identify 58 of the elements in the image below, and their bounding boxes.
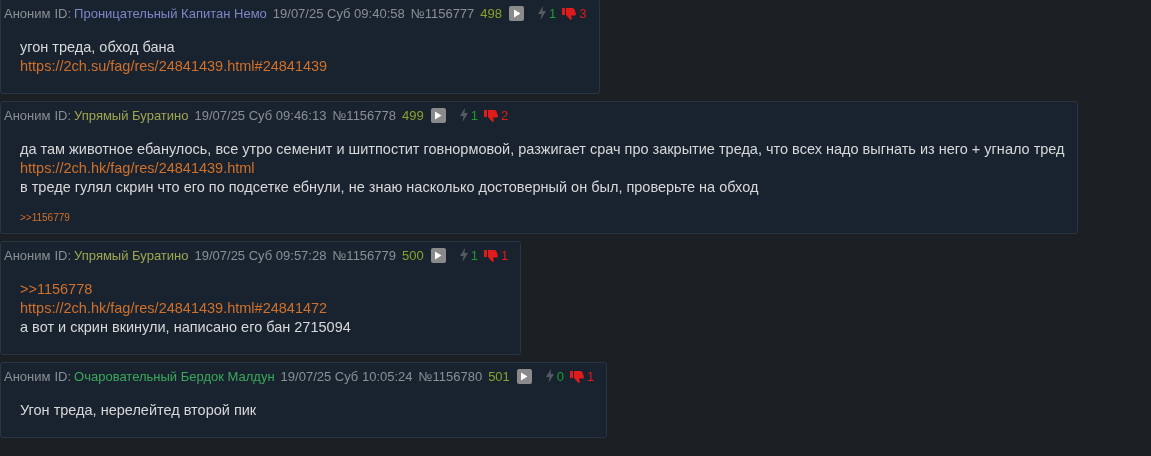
id-label: ID: bbox=[54, 368, 72, 384]
post-link[interactable]: https://2ch.hk/fag/res/24841439.html bbox=[20, 159, 1065, 178]
post-link[interactable]: https://2ch.hk/fag/res/24841439.html#24841472 bbox=[20, 299, 509, 318]
post-ordinal: 499 bbox=[402, 107, 424, 123]
poster-id: Очаровательный Бердок Малдун bbox=[74, 368, 275, 384]
play-icon bbox=[512, 8, 521, 18]
post-text: а вот и скрин вкинули, написано его бан 2715094 bbox=[20, 318, 352, 337]
author-name: Аноним bbox=[4, 5, 51, 21]
post-datetime: 19/07/25 Суб 09:40:58 bbox=[272, 5, 405, 21]
play-button[interactable] bbox=[430, 107, 446, 123]
thumbs-down-icon[interactable] bbox=[483, 108, 498, 122]
play-icon bbox=[434, 110, 443, 120]
post-number[interactable]: №1156779 bbox=[332, 247, 396, 263]
post-text: Угон треда, нерелейтед второй пик bbox=[20, 401, 258, 420]
post-number[interactable]: №1156778 bbox=[332, 107, 396, 123]
id-label: ID: bbox=[54, 107, 72, 123]
like-count: 1 bbox=[470, 107, 478, 123]
play-button[interactable] bbox=[430, 247, 446, 263]
like-count: 0 bbox=[556, 368, 565, 384]
lightning-icon[interactable] bbox=[545, 369, 554, 383]
post-text: угон треда, обход бана bbox=[20, 38, 176, 57]
lightning-icon[interactable] bbox=[538, 6, 547, 20]
post-datetime: 19/07/25 Суб 09:57:28 bbox=[194, 247, 327, 263]
post-number[interactable]: №1156780 bbox=[418, 368, 483, 384]
play-icon bbox=[520, 371, 529, 381]
like-count: 1 bbox=[549, 5, 557, 21]
play-button[interactable] bbox=[509, 5, 525, 21]
dislike-count: 1 bbox=[587, 368, 595, 384]
play-button[interactable] bbox=[516, 368, 532, 384]
post-ordinal: 501 bbox=[488, 368, 510, 384]
author-name: Аноним bbox=[4, 107, 51, 123]
poster-id: Упрямый Буратино bbox=[74, 107, 189, 123]
thumbs-down-icon[interactable] bbox=[562, 6, 577, 20]
post-link[interactable]: >>1156778 bbox=[20, 280, 509, 299]
poster-id: Проницательный Капитан Немо bbox=[74, 5, 267, 21]
poster-id: Упрямый Буратино bbox=[74, 247, 189, 263]
reply-link[interactable]: >>1156779 bbox=[20, 212, 70, 223]
lightning-icon[interactable] bbox=[459, 108, 468, 122]
author-name: Аноним bbox=[4, 247, 51, 263]
dislike-count: 3 bbox=[579, 5, 587, 21]
post-number[interactable]: №1156777 bbox=[410, 5, 475, 21]
thumbs-down-icon[interactable] bbox=[570, 369, 585, 383]
like-count: 1 bbox=[470, 247, 478, 263]
id-label: ID: bbox=[54, 5, 72, 21]
dislike-count: 1 bbox=[500, 247, 509, 263]
post-text: да там животное ебанулось, все утро семенит и шитпостит говнормовой, разжигает срач про закрытие треда, что всех надо выгнать из него + угнало тред bbox=[20, 140, 1065, 159]
id-label: ID: bbox=[54, 247, 72, 263]
post-ordinal: 498 bbox=[480, 5, 503, 21]
post-text: в треде гулял скрин что его по подсетке ебнули, не знаю насколько достоверный он был, проверьте на обход bbox=[20, 178, 760, 197]
post-datetime: 19/07/25 Суб 10:05:24 bbox=[280, 368, 413, 384]
post-ordinal: 500 bbox=[402, 247, 424, 263]
author-name: Аноним bbox=[4, 368, 51, 384]
post-datetime: 19/07/25 Суб 09:46:13 bbox=[194, 107, 327, 123]
dislike-count: 2 bbox=[500, 107, 509, 123]
post-link[interactable]: https://2ch.su/fag/res/24841439.html#24841439 bbox=[20, 57, 587, 76]
play-icon bbox=[434, 250, 443, 260]
lightning-icon[interactable] bbox=[459, 248, 468, 262]
thumbs-down-icon[interactable] bbox=[483, 248, 498, 262]
